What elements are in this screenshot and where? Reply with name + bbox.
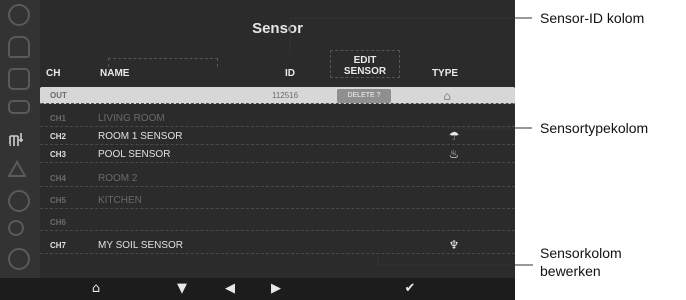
sensor-row-ch4[interactable]: CH4 ROOM 2 [40,170,515,187]
display-screen: Sensor CH NAME ID EDIT SENSOR TYPE OUT 1… [0,0,515,300]
row-channel: CH7 [50,241,67,250]
sensor-row-ch7[interactable]: CH7 MY SOIL SENSOR ♆ [40,237,515,254]
sensor-row-ch3[interactable]: CH3 POOL SENSOR ♨ [40,146,515,163]
row-channel: CH5 [50,196,67,205]
soil-sensor-icon: ♆ [448,238,460,252]
row-sensor-name: LIVING ROOM [98,113,165,124]
column-header-name: NAME [100,68,130,79]
column-header-id: ID [285,68,295,79]
down-button[interactable]: ▼ [170,280,194,298]
column-header-ch: CH [46,68,61,79]
bottom-navigation-bar: ⌂ ▼ ◀ ▶ ✔ [0,278,515,300]
sensor-row-out[interactable]: OUT 112516 DELETE ? ⌂ [40,87,515,104]
clock-icon[interactable] [8,4,30,26]
home-button[interactable]: ⌂ [84,280,108,298]
sensor-row-ch6[interactable]: CH6 [40,214,515,231]
humidity-sensor-icon: ☂ [448,129,460,143]
sidebar [0,0,40,278]
row-channel: CH4 [50,174,67,183]
callout-sensor-id-column: Sensor-ID kolom [540,10,645,26]
column-header-edit-line2: SENSOR [343,66,387,77]
column-header-edit-line1: EDIT [353,55,377,66]
row-sensor-name: KITCHEN [98,195,142,206]
confirm-button[interactable]: ✔ [398,280,422,298]
row-sensor-name: ROOM 1 SENSOR [98,131,183,142]
row-channel: OUT [50,91,67,100]
sensor-row-ch2[interactable]: CH2 ROOM 1 SENSOR ☂ [40,128,515,145]
callout-sensor-type-column: Sensortypekolom [540,120,649,136]
screen-title: Sensor [252,20,303,37]
pie-chart-icon[interactable] [8,248,30,270]
outdoor-sensor-icon: ⌂ [443,89,451,103]
alarm-bell-icon[interactable] [8,36,30,58]
warning-icon[interactable] [8,160,30,182]
row-sensor-name: POOL SENSOR [98,149,171,160]
camera-icon[interactable] [8,68,30,90]
row-channel: CH2 [50,132,67,141]
right-button[interactable]: ▶ [264,280,288,298]
row-sensor-id: 112516 [272,91,299,100]
row-channel: CH1 [50,114,67,123]
sensor-settings-icon[interactable] [8,130,30,152]
callout-edit-sensor-column-line2: bewerken [540,263,601,279]
bicycle-icon[interactable] [8,220,24,236]
row-channel: CH3 [50,150,67,159]
row-sensor-name: ROOM 2 [98,173,138,184]
row-channel: CH6 [50,218,67,227]
sensor-row-ch5[interactable]: CH5 KITCHEN [40,192,515,209]
column-header-type: TYPE [431,68,459,79]
delete-button[interactable]: DELETE ? [337,89,391,103]
callout-edit-sensor-column-line1: Sensorkolom [540,245,622,261]
weather-icon[interactable] [8,190,30,212]
left-button[interactable]: ◀ [218,280,242,298]
pool-thermometer-icon: ♨ [448,147,460,161]
name-column-frame [108,58,218,67]
sensor-row-ch1[interactable]: CH1 LIVING ROOM [40,110,515,127]
display-icon[interactable] [8,100,30,114]
row-sensor-name: MY SOIL SENSOR [98,240,184,251]
